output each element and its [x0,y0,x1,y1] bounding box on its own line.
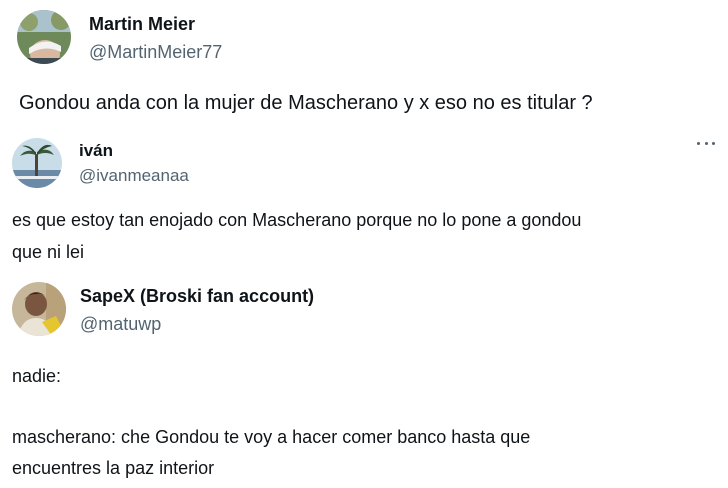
avatar-martin-meier[interactable] [17,10,71,64]
handle[interactable]: @matuwp [80,314,161,335]
more-options-button[interactable] [694,136,718,150]
handle[interactable]: @ivanmeanaa [79,166,189,186]
tweet-text-line-3: encuentres la paz interior [12,458,215,478]
tweet-text-line-2: mascherano: che Gondou te voy a hacer co… [12,427,531,447]
profile-photo-palm-tree-icon [12,138,62,188]
avatar-ivan[interactable] [12,138,62,188]
tweet-text-line-2: que ni lei [12,242,85,262]
tweet-text-line-1: es que estoy tan enojado con Mascherano … [12,210,582,230]
display-name[interactable]: iván [79,141,113,161]
handle[interactable]: @MartinMeier77 [89,42,222,63]
tweet-text: Gondou anda con la mujer de Mascherano y… [19,92,593,114]
tweet-ivan: iván @ivanmeanaa es que estoy tan enojad… [0,130,728,272]
tweet-martin-meier: Martin Meier @MartinMeier77 Gondou anda … [0,0,728,130]
tweet-sapex: SapeX (Broski fan account) @matuwp nadie… [0,272,728,488]
tweet-text-line-1: nadie: [12,366,62,386]
more-options-icon [697,141,700,145]
display-name[interactable]: SapeX (Broski fan account) [80,286,314,307]
profile-photo-person-icon [12,282,66,336]
avatar-sapex[interactable] [12,282,66,336]
profile-photo-man-cap-icon [17,10,71,64]
display-name[interactable]: Martin Meier [89,14,195,35]
